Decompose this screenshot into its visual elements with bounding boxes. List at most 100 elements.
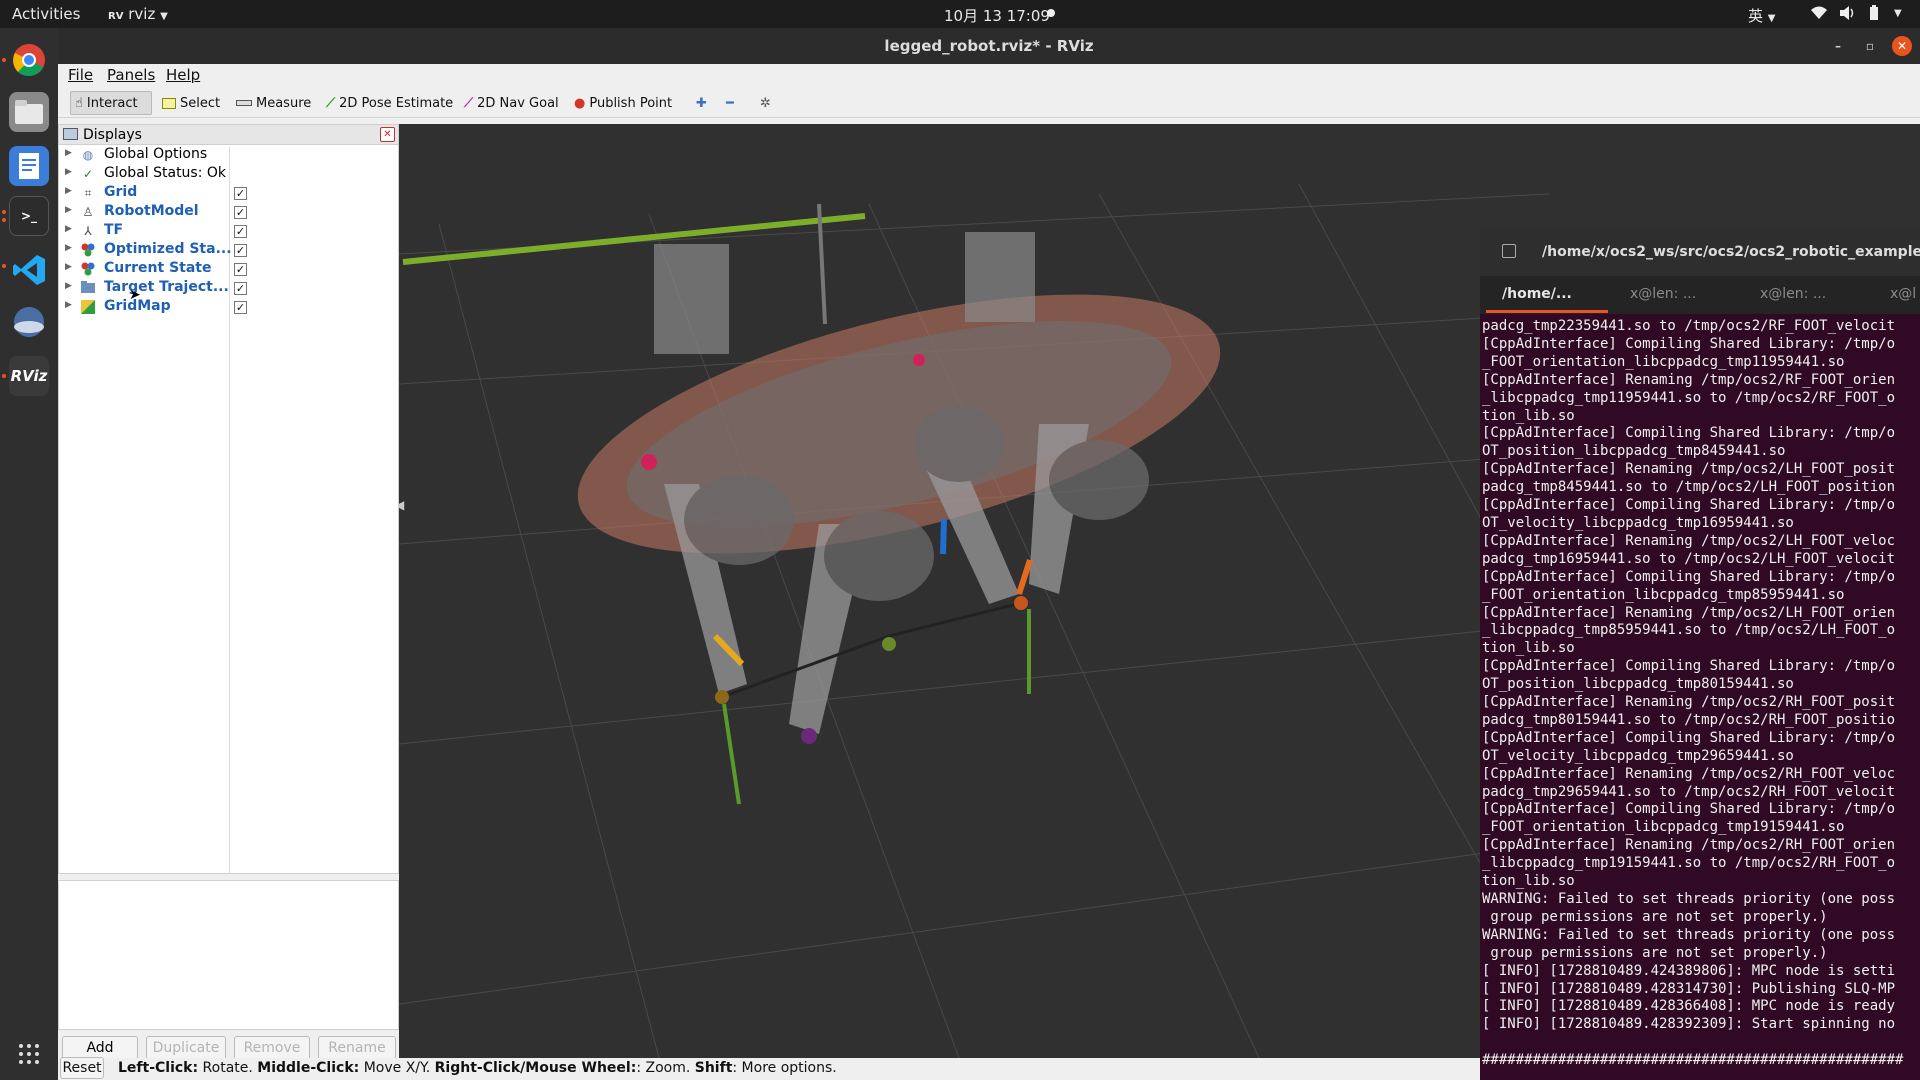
battery-icon[interactable]	[1868, 5, 1880, 25]
display-item-label: Current State	[104, 260, 212, 276]
show-applications-icon[interactable]	[9, 1034, 49, 1074]
clock[interactable]: 10月 13 17:09	[944, 5, 1050, 26]
terminal-line: padcg_tmp29659441.so to /tmp/ocs2/RH_FOO…	[1482, 783, 1896, 800]
display-item-global-status[interactable]: ▶ ✓ Global Status: Ok	[59, 165, 399, 184]
terminal-line: [CppAdInterface] Renaming /tmp/ocs2/LH_F…	[1482, 604, 1896, 621]
app-menu-label: rviz	[128, 5, 156, 23]
expand-arrow-icon[interactable]: ▶	[65, 167, 72, 177]
display-item-current-state[interactable]: ▶ Current State ✓	[59, 260, 399, 279]
input-method-indicator[interactable]: 英 ▼	[1748, 5, 1776, 26]
collapse-panel-arrow-icon[interactable]: ◀	[399, 498, 405, 512]
nav-goal-tool-button[interactable]: ⟋ 2D Nav Goal	[460, 91, 563, 115]
menu-panels[interactable]: Panels	[107, 66, 155, 84]
display-item-tf[interactable]: ▶ ⅄ TF ✓	[59, 222, 399, 241]
expand-arrow-icon[interactable]: ▶	[65, 224, 72, 234]
foot-marker-orange	[1016, 559, 1033, 595]
display-enabled-checkbox[interactable]: ✓	[234, 187, 247, 200]
reset-button[interactable]: Reset	[60, 1057, 104, 1079]
terminal-tab[interactable]: /home/...	[1502, 286, 1572, 302]
system-menu-chevron-icon[interactable]: ▼	[1894, 8, 1902, 19]
running-indicator-icon	[2, 218, 6, 222]
expand-arrow-icon[interactable]: ▶	[65, 281, 72, 291]
menu-file[interactable]: File	[68, 66, 93, 84]
rename-display-button[interactable]: Rename	[318, 1036, 396, 1060]
add-tool-plus-icon[interactable]: ✚	[692, 91, 711, 115]
display-enabled-checkbox[interactable]: ✓	[234, 282, 247, 295]
expand-arrow-icon[interactable]: ▶	[65, 205, 72, 215]
terminal-tab-bar: /home/... x@len: ... x@len: ... x@l	[1480, 276, 1920, 314]
close-panel-icon[interactable]: ✕	[380, 127, 395, 142]
display-item-gridmap[interactable]: ▶ GridMap ✓	[59, 298, 399, 317]
displays-title: Displays	[83, 127, 142, 143]
select-tool-button[interactable]: Select	[158, 91, 224, 115]
rviz-dock-icon[interactable]: RViz	[9, 356, 49, 396]
measure-tool-button[interactable]: Measure	[232, 91, 315, 115]
expand-arrow-icon[interactable]: ▶	[65, 300, 72, 310]
display-item-robotmodel[interactable]: ▶ ♙ RobotModel ✓	[59, 203, 399, 222]
interact-tool-button[interactable]: ☝ Interact	[70, 91, 152, 115]
terminal-line: _FOOT_orientation_libcppadcg_tmp19159441…	[1482, 819, 1845, 836]
display-enabled-checkbox[interactable]: ✓	[234, 301, 247, 314]
terminal-line: [CppAdInterface] Compiling Shared Librar…	[1482, 658, 1896, 675]
browser-icon[interactable]	[9, 302, 49, 342]
expand-arrow-icon[interactable]: ▶	[65, 243, 72, 253]
wifi-icon[interactable]	[1810, 5, 1828, 25]
files-icon[interactable]	[9, 92, 49, 132]
display-item-global-options[interactable]: ▶ ◍ Global Options	[59, 146, 399, 165]
terminal-line: group permissions are not set properly.)	[1482, 944, 1828, 961]
expand-arrow-icon[interactable]: ▶	[65, 262, 72, 272]
terminal-tab[interactable]: x@len: ...	[1760, 286, 1826, 302]
map-pin-icon: ●	[574, 95, 586, 111]
display-enabled-checkbox[interactable]: ✓	[234, 263, 247, 276]
display-enabled-checkbox[interactable]: ✓	[234, 206, 247, 219]
terminal-tab[interactable]: x@len: ...	[1630, 286, 1696, 302]
volume-icon[interactable]	[1838, 5, 1856, 25]
remove-tool-minus-icon[interactable]: ━	[722, 91, 738, 115]
maximize-icon[interactable]: ▫	[1860, 36, 1880, 56]
pose-estimate-tool-button[interactable]: ⟋ 2D Pose Estimate	[322, 91, 457, 115]
notification-dot-icon	[1047, 9, 1055, 17]
foot-marker-purple	[801, 728, 817, 744]
display-enabled-checkbox[interactable]: ✓	[234, 244, 247, 257]
display-enabled-checkbox[interactable]: ✓	[234, 225, 247, 238]
expand-arrow-icon[interactable]: ▶	[65, 148, 72, 158]
terminal-line: [CppAdInterface] Renaming /tmp/ocs2/LH_F…	[1482, 532, 1896, 549]
terminal-line: [CppAdInterface] Compiling Shared Librar…	[1482, 568, 1896, 585]
running-indicator-icon	[2, 210, 6, 214]
hint-key: Right-Click/Mouse Wheel:	[434, 1060, 637, 1076]
menu-help[interactable]: Help	[166, 66, 200, 84]
app-menu[interactable]: RV rviz ▼	[108, 5, 168, 23]
terminal-titlebar[interactable]: /home/x/ocs2_ws/src/ocs2/ocs2_robotic_ex…	[1480, 228, 1920, 276]
window-titlebar[interactable]: legged_robot.rviz* - RViz – ▫ ✕	[58, 28, 1920, 64]
publish-point-tool-button[interactable]: ● Publish Point	[570, 91, 676, 115]
chrome-icon[interactable]	[9, 40, 49, 80]
display-item-optimized-state[interactable]: ▶ Optimized Sta... ✓	[59, 241, 399, 260]
system-top-bar: Activities RV rviz ▼ 10月 13 17:09 英 ▼ ▼	[0, 0, 1920, 28]
folder-icon	[81, 281, 95, 295]
display-item-target-trajectories[interactable]: ▶ Target Traject... ✓	[59, 279, 399, 298]
minimize-icon[interactable]: –	[1828, 36, 1848, 56]
displays-panel-header: Displays ✕	[59, 125, 398, 145]
terminal-output[interactable]: padcg_tmp22359441.so to /tmp/ocs2/RF_FOO…	[1482, 318, 1920, 1070]
tool-properties-gear-icon[interactable]: ✲	[756, 91, 775, 115]
force-arrow-green	[722, 703, 741, 805]
activities-button[interactable]: Activities	[12, 5, 80, 23]
close-icon[interactable]: ✕	[1892, 36, 1912, 56]
markers-icon	[81, 243, 95, 257]
expand-arrow-icon[interactable]: ▶	[65, 186, 72, 196]
terminal-tab[interactable]: x@l	[1890, 286, 1916, 302]
terminal-window[interactable]: /home/x/ocs2_ws/src/ocs2/ocs2_robotic_ex…	[1480, 228, 1920, 1080]
display-item-label: Global Status: Ok	[104, 165, 227, 181]
display-properties-panel	[58, 880, 399, 1030]
new-tab-icon[interactable]	[1502, 244, 1516, 258]
terminal-line: [CppAdInterface] Compiling Shared Librar…	[1482, 729, 1896, 746]
display-item-grid[interactable]: ▶ ⌗ Grid ✓	[59, 184, 399, 203]
terminal-line: padcg_tmp8459441.so to /tmp/ocs2/LH_FOOT…	[1482, 479, 1896, 496]
text-editor-icon[interactable]	[9, 146, 49, 186]
remove-display-button[interactable]: Remove	[234, 1036, 310, 1060]
terminal-icon[interactable]: >_	[9, 196, 49, 236]
duplicate-display-button[interactable]: Duplicate	[146, 1036, 226, 1060]
terminal-line: padcg_tmp22359441.so to /tmp/ocs2/RF_FOO…	[1482, 318, 1896, 334]
markers-icon	[81, 262, 95, 276]
vscode-icon[interactable]	[9, 250, 49, 290]
